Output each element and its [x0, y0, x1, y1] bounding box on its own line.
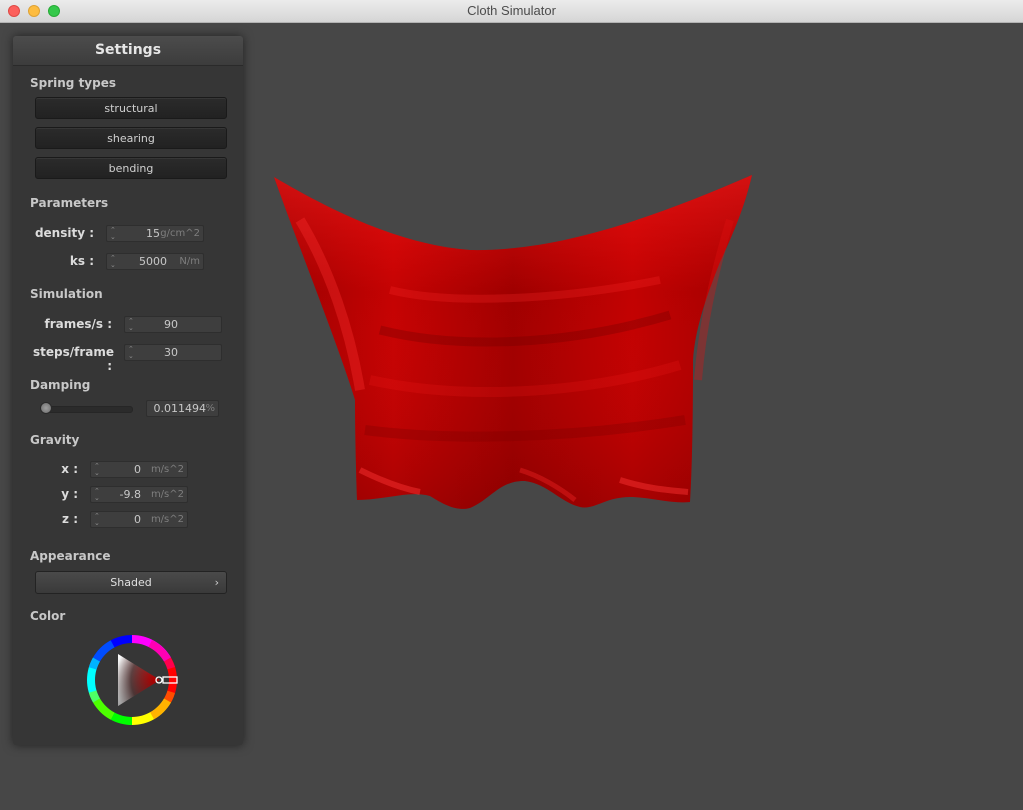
appearance-dropdown[interactable]: Shaded › — [35, 571, 227, 594]
spinner-icon[interactable]: ⌃ ⌄ — [110, 255, 118, 269]
damping-slider-knob[interactable] — [40, 402, 52, 414]
appearance-label: Appearance — [30, 549, 111, 563]
color-label: Color — [30, 609, 66, 623]
damping-label: Damping — [30, 378, 91, 392]
spinner-icon[interactable]: ⌃ ⌄ — [110, 227, 118, 241]
gravity-z-field[interactable]: ⌃ ⌄ 0 m/s^2 — [90, 511, 188, 528]
simulation-label: Simulation — [30, 287, 103, 301]
appearance-selected: Shaded — [110, 576, 152, 589]
window-title: Cloth Simulator — [467, 3, 556, 18]
spinner-icon[interactable]: ⌃ ⌄ — [128, 318, 136, 332]
frames-per-second-label: frames/s : — [44, 317, 112, 331]
steps-per-frame-label: steps/frame : — [33, 345, 115, 373]
spinner-icon[interactable]: ⌃ ⌄ — [94, 463, 102, 477]
damping-slider-track[interactable] — [45, 406, 133, 413]
density-field[interactable]: ⌃ ⌄ 15 g/cm^2 — [106, 225, 204, 242]
spinner-icon[interactable]: ⌃ ⌄ — [94, 513, 102, 527]
chevron-right-icon: › — [214, 576, 219, 589]
spinner-icon[interactable]: ⌃ ⌄ — [94, 488, 102, 502]
title-bar: Cloth Simulator — [0, 0, 1023, 23]
gravity-y-field[interactable]: ⌃ ⌄ -9.8 m/s^2 — [90, 486, 188, 503]
damping-value-field[interactable]: 0.011494 % — [146, 400, 219, 417]
gravity-label: Gravity — [30, 433, 80, 447]
gravity-y-label: y : — [61, 487, 78, 501]
ks-label: ks : — [69, 254, 94, 268]
color-wheel[interactable] — [85, 633, 179, 727]
structural-toggle-button[interactable]: structural — [35, 97, 227, 119]
spinner-icon[interactable]: ⌃ ⌄ — [128, 346, 136, 360]
steps-per-frame-field[interactable]: ⌃ ⌄ 30 — [124, 344, 222, 361]
gravity-x-field[interactable]: ⌃ ⌄ 0 m/s^2 — [90, 461, 188, 478]
shearing-toggle-button[interactable]: shearing — [35, 127, 227, 149]
settings-panel: Settings Spring types structural shearin… — [13, 36, 243, 745]
bending-toggle-button[interactable]: bending — [35, 157, 227, 179]
ks-field[interactable]: ⌃ ⌄ 5000 N/m — [106, 253, 204, 270]
gravity-x-label: x : — [61, 462, 78, 476]
settings-panel-title[interactable]: Settings — [13, 36, 243, 66]
spring-types-label: Spring types — [30, 76, 117, 90]
frames-per-second-field[interactable]: ⌃ ⌄ 90 — [124, 316, 222, 333]
gravity-z-label: z : — [62, 512, 78, 526]
parameters-label: Parameters — [30, 196, 109, 210]
density-label: density : — [34, 226, 94, 240]
